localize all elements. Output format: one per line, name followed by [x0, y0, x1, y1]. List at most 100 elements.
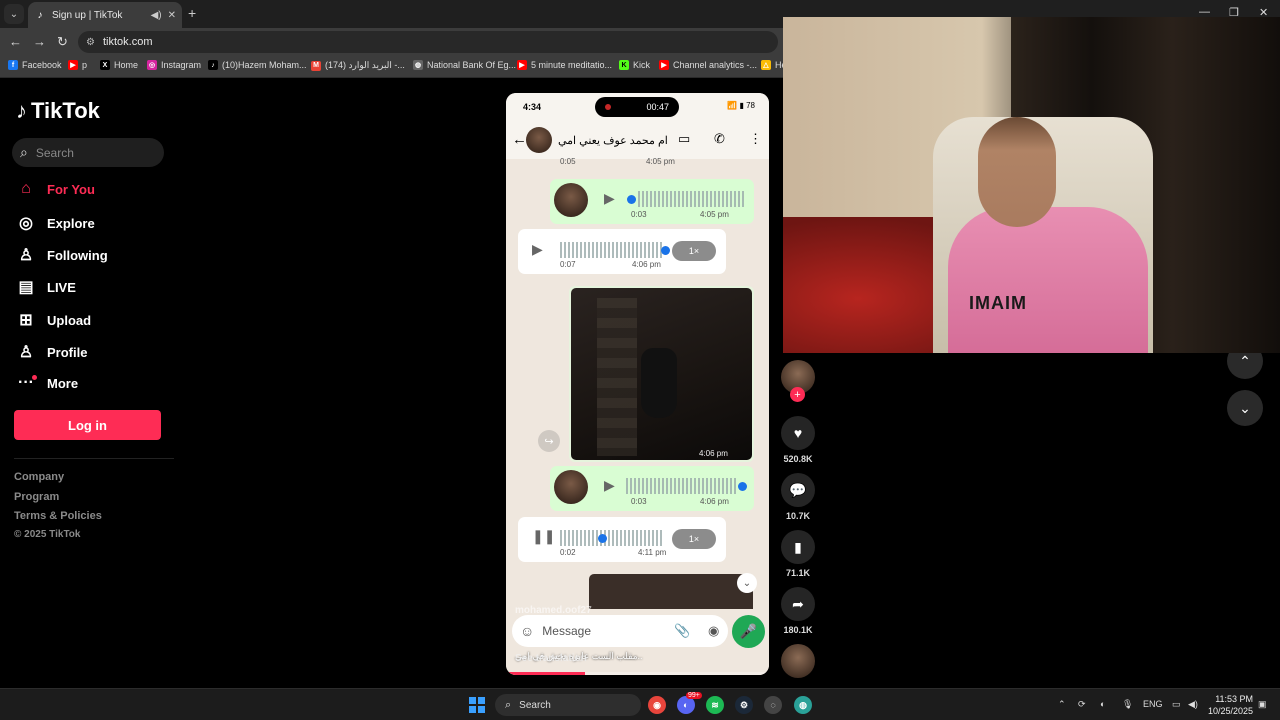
sidebar-item-explore[interactable]: ◎ Explore — [16, 213, 95, 233]
speaker-icon[interactable]: ◀) — [151, 10, 162, 21]
like-button[interactable]: ♥ 520.8K — [780, 416, 816, 464]
sidebar-item-profile[interactable]: ♙ Profile — [16, 342, 88, 362]
bookmark-item[interactable]: f Facebook — [8, 60, 62, 70]
search-input[interactable]: ⌕ Search — [12, 138, 164, 167]
voice-message-in: ❚❚ 1× 0:02 4:11 pm — [518, 517, 726, 562]
sender-avatar — [554, 183, 588, 217]
save-button[interactable]: ▮ 71.1K — [780, 530, 816, 578]
bookmark-item[interactable]: ▶ 5 minute meditatio... — [517, 60, 612, 70]
notifications-icon[interactable]: ▣ — [1258, 699, 1267, 710]
sidebar-item-more[interactable]: ··· More — [16, 374, 78, 392]
mic-tray-icon[interactable]: 🎙 — [1122, 699, 1133, 710]
reload-button[interactable]: ↻ — [57, 34, 68, 50]
sidebar-item-following[interactable]: ♙ Following — [16, 245, 108, 265]
tiktok-logo[interactable]: ♪ TikTok — [16, 98, 100, 124]
new-tab-button[interactable]: + — [188, 5, 196, 21]
steam-icon[interactable]: ⚙ — [735, 696, 753, 714]
camera-icon: ◉ — [708, 623, 720, 638]
video-progress-bar[interactable] — [506, 672, 769, 675]
play-icon: ▶ — [604, 190, 615, 206]
waveform — [560, 530, 662, 546]
video-call-icon: ▭ — [678, 131, 691, 146]
creator-username[interactable]: mohamed.oof27 — [515, 605, 592, 616]
taskbar-search[interactable]: ⌕ Search — [495, 694, 641, 716]
gmail-icon: M — [311, 60, 321, 71]
video-player[interactable]: 4:34 00:47 📶 ▮ 78 ← ام محمد عوف يعني امي… — [506, 93, 769, 675]
tray-overflow-icon[interactable]: ⌃ — [1058, 699, 1066, 710]
discord-tray-icon[interactable]: ◐ — [1100, 699, 1105, 709]
site-info-icon[interactable]: ⚙ — [86, 37, 95, 48]
divider — [14, 458, 174, 459]
windows-start-icon[interactable] — [469, 697, 485, 713]
taskbar: ⌕ Search ◉ ◐ 99+ ≋ ⚙ ◌ ◍ ⌃ ⟳ ◐ 🎙 ENG ▭ ◀… — [0, 688, 1280, 720]
home-icon: ⌂ — [21, 180, 31, 197]
tiktok-icon: ♪ — [208, 60, 218, 70]
see-translation-link[interactable]: See translation — [515, 653, 587, 664]
bookmark-item[interactable]: ▶ Channel analytics -... — [659, 60, 757, 70]
spotify-icon[interactable]: ≋ — [706, 696, 724, 714]
x-icon: X — [100, 60, 110, 70]
tab-search-menu-button[interactable]: ⌄ — [4, 4, 24, 24]
upload-icon: ⊞ — [19, 312, 33, 329]
browser-icon[interactable]: ◍ — [794, 696, 812, 714]
address-toolbar: ← → ↻ ⚙ tiktok.com — [0, 28, 783, 56]
bookmark-item[interactable]: M (174) البريد الوارد -... — [311, 60, 405, 71]
waveform — [626, 478, 738, 494]
url-field[interactable]: ⚙ tiktok.com — [78, 31, 778, 53]
mic-icon: 🎤 — [732, 615, 765, 648]
next-video-button[interactable]: ⌄ — [1227, 390, 1263, 426]
login-button[interactable]: Log in — [14, 410, 161, 440]
voice-message-out: ▶ 0:03 4:06 pm — [550, 466, 754, 511]
sidebar-item-live[interactable]: ▤ LIVE — [16, 277, 75, 297]
app-icon[interactable]: ◌ — [764, 696, 782, 714]
bookmark-item[interactable]: ◍ National Bank Of Eg... — [413, 60, 516, 70]
following-icon: ♙ — [18, 247, 34, 264]
phone-icon: ✆ — [714, 131, 725, 146]
play-icon: ▶ — [532, 241, 543, 257]
message-field: ☺ Message 📎 ◉ — [512, 615, 728, 647]
scroll-down-icon: ⌄ — [737, 573, 757, 593]
clock[interactable]: 11:53 PM 10/25/2025 — [1208, 693, 1253, 717]
back-button[interactable]: ← — [9, 34, 22, 49]
tiktok-note-icon: ♪ — [16, 98, 27, 123]
compass-icon: ◎ — [19, 215, 33, 232]
bookmark-item[interactable]: ♪ (10)Hazem Moham... — [208, 60, 307, 70]
sticker-icon: ☺ — [520, 623, 535, 639]
url-text: tiktok.com — [102, 36, 153, 48]
bookmark-item[interactable]: △He — [761, 60, 783, 70]
forward-button[interactable]: → — [33, 34, 46, 49]
instagram-icon: ◎ — [147, 60, 157, 70]
share-icon: ➦ — [781, 587, 815, 621]
webcam-overlay: IMAIM — [783, 17, 1280, 353]
back-arrow-icon: ← — [512, 131, 527, 148]
waveform — [560, 242, 662, 258]
footer-link-program[interactable]: Program — [14, 491, 59, 503]
volume-icon[interactable]: ◀) — [1188, 699, 1198, 710]
comment-count: 10.7K — [785, 511, 811, 521]
bookmark-item[interactable]: ◎ Instagram — [147, 60, 201, 70]
follow-plus-icon[interactable]: + — [790, 387, 805, 402]
playhead-dot — [738, 482, 747, 491]
chrome-icon[interactable]: ◉ — [648, 696, 666, 714]
search-icon: ⌕ — [20, 144, 28, 160]
like-count: 520.8K — [783, 454, 813, 464]
browser-tab[interactable]: ♪ Sign up | TikTok ◀) ✕ — [28, 2, 182, 28]
bookmarks-bar: f Facebook ▶ p X Home ◎ Instagram ♪ (10)Hazem… — [0, 56, 783, 78]
sidebar-item-upload[interactable]: ⊞ Upload — [16, 310, 91, 330]
footer-link-company[interactable]: Company — [14, 471, 64, 483]
sidebar-item-for-you[interactable]: ⌂ For You — [16, 180, 95, 198]
share-button[interactable]: ➦ 180.1K — [780, 587, 816, 635]
playhead-dot — [627, 195, 636, 204]
sync-icon[interactable]: ⟳ — [1078, 699, 1086, 710]
comment-button[interactable]: 💬 10.7K — [780, 473, 816, 521]
bookmark-item[interactable]: ▶ p — [68, 60, 87, 70]
network-icon[interactable]: ▭ — [1172, 699, 1181, 710]
bookmark-item[interactable]: X Home — [100, 60, 138, 70]
language-indicator[interactable]: ENG — [1143, 699, 1163, 709]
waveform — [638, 191, 746, 207]
speed-chip: 1× — [672, 529, 716, 549]
footer-link-terms[interactable]: Terms & Policies — [14, 510, 102, 522]
close-tab-icon[interactable]: ✕ — [168, 10, 176, 21]
sound-avatar[interactable] — [781, 644, 815, 678]
bookmark-item[interactable]: K Kick — [619, 60, 650, 70]
